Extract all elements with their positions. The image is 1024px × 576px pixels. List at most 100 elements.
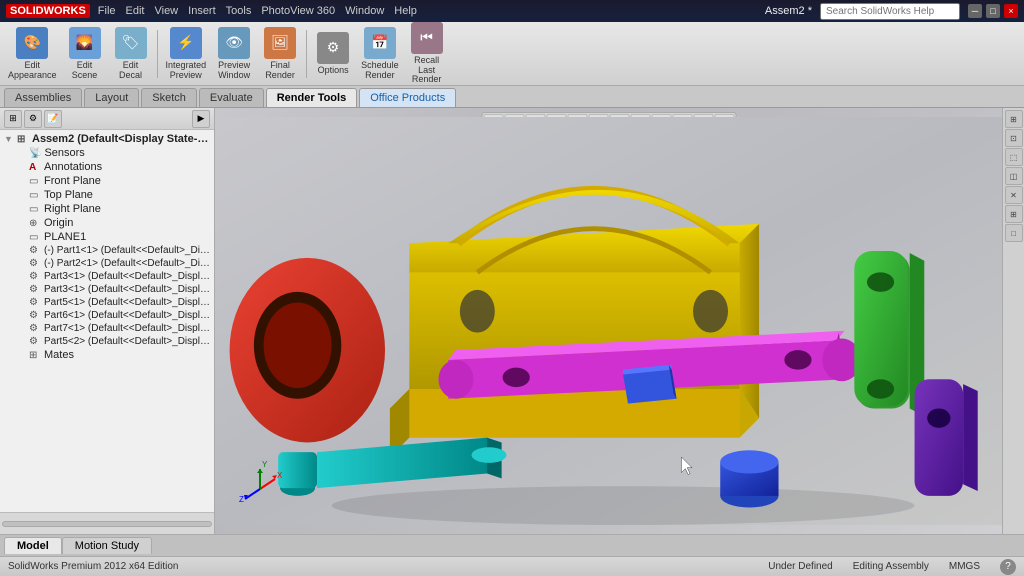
tree-front-plane[interactable]: ▭ Front Plane <box>0 174 214 188</box>
tree-origin[interactable]: ⊕ Origin <box>0 216 214 230</box>
final-render-button[interactable]: 🖼 FinalRender <box>258 25 302 83</box>
tab-model[interactable]: Model <box>4 537 62 554</box>
right-icon-5[interactable]: ✕ <box>1005 186 1023 204</box>
tab-assemblies[interactable]: Assemblies <box>4 88 82 107</box>
schedule-render-icon: 📅 <box>364 27 396 59</box>
tree-expand-root: ▼ <box>4 134 14 144</box>
schedule-render-button[interactable]: 📅 ScheduleRender <box>357 25 403 83</box>
edit-scene-button[interactable]: 🌄 EditScene <box>63 25 107 83</box>
recall-last-render-label: RecallLastRender <box>412 56 442 86</box>
recall-last-render-icon: ⏮ <box>411 22 443 54</box>
close-button[interactable]: × <box>1004 4 1018 18</box>
panel-tool-3[interactable]: 📝 <box>44 110 62 128</box>
help-button[interactable]: ? <box>1000 559 1016 575</box>
tree-annotations[interactable]: A Annotations <box>0 160 214 174</box>
menu-photoview[interactable]: PhotoView 360 <box>261 5 335 17</box>
panel-collapse-button[interactable]: ▶ <box>192 110 210 128</box>
toolbar-separator-1 <box>157 30 158 78</box>
schedule-render-label: ScheduleRender <box>361 61 399 81</box>
svg-text:Z: Z <box>239 495 244 504</box>
main-toolbar: 🎨 EditAppearance 🌄 EditScene 🏷 EditDecal… <box>0 22 1024 86</box>
tree-top-plane[interactable]: ▭ Top Plane <box>0 188 214 202</box>
maximize-button[interactable]: □ <box>986 4 1000 18</box>
bottom-tabs: Model Motion Study <box>0 534 1024 556</box>
edit-decal-icon: 🏷 <box>115 27 147 59</box>
tree-sensors[interactable]: 📡 Sensors <box>0 146 214 160</box>
window-title: Assem2 * <box>765 5 812 17</box>
panel-tool-1[interactable]: ⊞ <box>4 110 22 128</box>
minimize-button[interactable]: ─ <box>968 4 982 18</box>
tree-part5b[interactable]: ⚙ Part5<2> (Default<<Default>_Display St… <box>0 335 214 348</box>
edit-appearance-icon: 🎨 <box>16 27 48 59</box>
status-editing: Editing Assembly <box>853 561 929 572</box>
toolbar-separator-2 <box>306 30 307 78</box>
tree-mates[interactable]: ⊞ Mates <box>0 348 214 362</box>
right-icon-2[interactable]: ⊡ <box>1005 129 1023 147</box>
integrated-preview-icon: ⚡ <box>170 27 202 59</box>
tree-part3b[interactable]: ⚙ Part3<1> (Default<<Default>_Display St… <box>0 283 214 296</box>
search-input[interactable] <box>820 3 960 20</box>
right-icon-3[interactable]: ⬚ <box>1005 148 1023 166</box>
menu-tools[interactable]: Tools <box>226 5 252 17</box>
final-render-label: FinalRender <box>265 61 295 81</box>
status-units: MMGS <box>949 561 980 572</box>
tree-part3[interactable]: ⚙ Part3<1> (Default<<Default>_Display St… <box>0 270 214 283</box>
integrated-preview-button[interactable]: ⚡ IntegratedPreview <box>162 25 211 83</box>
panel-scrollbar-area <box>0 512 214 534</box>
options-button[interactable]: ⚙ Options <box>311 30 355 78</box>
edit-decal-button[interactable]: 🏷 EditDecal <box>109 25 153 83</box>
right-icon-4[interactable]: ◫ <box>1005 167 1023 185</box>
tab-render-tools[interactable]: Render Tools <box>266 88 357 107</box>
tree-plane1[interactable]: ▭ PLANE1 <box>0 230 214 244</box>
horizontal-scrollbar[interactable] <box>2 521 212 527</box>
menu-edit[interactable]: Edit <box>126 5 145 17</box>
preview-window-button[interactable]: 👁 PreviewWindow <box>212 25 256 83</box>
right-panel-icons: ⊞ ⊡ ⬚ ◫ ✕ ⊞ □ <box>1002 108 1024 534</box>
menu-insert[interactable]: Insert <box>188 5 216 17</box>
panel-header: ⊞ ⚙ 📝 ▶ <box>0 108 214 130</box>
edit-appearance-button[interactable]: 🎨 EditAppearance <box>4 25 61 83</box>
preview-window-label: PreviewWindow <box>218 61 250 81</box>
panel-tool-2[interactable]: ⚙ <box>24 110 42 128</box>
right-icon-7[interactable]: □ <box>1005 224 1023 242</box>
window-controls: ─ □ × <box>968 4 1018 18</box>
tab-layout[interactable]: Layout <box>84 88 139 107</box>
tab-office-products[interactable]: Office Products <box>359 88 456 107</box>
tree-part5[interactable]: ⚙ Part5<1> (Default<<Default>_Display St… <box>0 296 214 309</box>
menu-help[interactable]: Help <box>394 5 417 17</box>
svg-text:X: X <box>277 471 283 480</box>
recall-last-render-button[interactable]: ⏮ RecallLastRender <box>405 20 449 88</box>
tree-part6[interactable]: ⚙ Part6<1> (Default<<Default>_Display St… <box>0 309 214 322</box>
main-area: ⊞ ⚙ 📝 ▶ ▼ ⊞ Assem2 (Default<Display Stat… <box>0 108 1024 534</box>
options-label: Options <box>318 66 349 76</box>
view-cube-button[interactable]: ⊞ <box>1005 110 1023 128</box>
menu-view[interactable]: View <box>154 5 178 17</box>
edit-scene-label: EditScene <box>72 61 98 81</box>
edit-scene-icon: 🌄 <box>69 27 101 59</box>
status-bar: SolidWorks Premium 2012 x64 Edition Unde… <box>0 556 1024 576</box>
tab-sketch[interactable]: Sketch <box>141 88 197 107</box>
menu-file[interactable]: File <box>98 5 116 17</box>
assembly-name: Assem2 (Default<Display State-1>) <box>32 133 210 145</box>
right-icon-6[interactable]: ⊞ <box>1005 205 1023 223</box>
tree-part7[interactable]: ⚙ Part7<1> (Default<<Default>_Display St… <box>0 322 214 335</box>
tab-evaluate[interactable]: Evaluate <box>199 88 264 107</box>
app-version-text: SolidWorks Premium 2012 x64 Edition <box>8 561 178 572</box>
tree-part2[interactable]: ⚙ (-) Part2<1> (Default<<Default>_Displa… <box>0 257 214 270</box>
edit-appearance-label: EditAppearance <box>8 61 57 81</box>
edit-decal-label: EditDecal <box>119 61 142 81</box>
3d-viewport[interactable]: 🔍 🔍 ⊡ ↩ ◉ ⬚ ☰ ⚙ 💡 🎨 ☁ 🔲 <box>215 108 1002 534</box>
status-under-defined: Under Defined <box>768 561 832 572</box>
tab-motion-study[interactable]: Motion Study <box>62 537 152 554</box>
coordinate-axis-indicator: X Y Z <box>235 454 285 504</box>
tree-root[interactable]: ▼ ⊞ Assem2 (Default<Display State-1>) <box>0 132 214 146</box>
menu-window[interactable]: Window <box>345 5 384 17</box>
tree-right-plane[interactable]: ▭ Right Plane <box>0 202 214 216</box>
toolbar-tabs: Assemblies Layout Sketch Evaluate Render… <box>0 86 1024 108</box>
feature-tree: ▼ ⊞ Assem2 (Default<Display State-1>) 📡 … <box>0 130 214 512</box>
feature-tree-panel: ⊞ ⚙ 📝 ▶ ▼ ⊞ Assem2 (Default<Display Stat… <box>0 108 215 534</box>
app-logo: SOLIDWORKS <box>6 4 90 18</box>
tree-part1[interactable]: ⚙ (-) Part1<1> (Default<<Default>_Displa… <box>0 244 214 257</box>
svg-text:Y: Y <box>262 460 268 469</box>
3d-scene <box>215 108 1002 534</box>
